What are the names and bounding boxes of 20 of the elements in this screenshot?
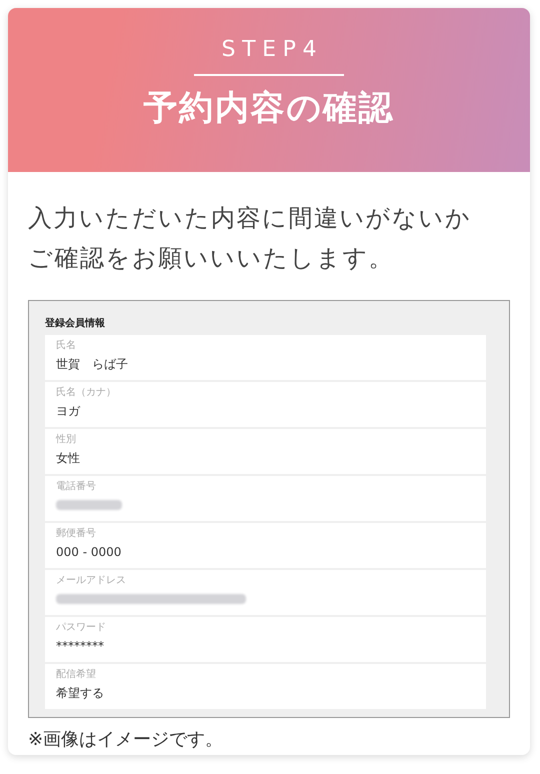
field-label: 性別 — [56, 433, 77, 446]
field-value: 世賀 らば子 — [56, 356, 129, 372]
field-label: 氏名 — [56, 339, 77, 352]
field-label: 配信希望 — [56, 668, 97, 681]
blurred-value — [56, 500, 122, 510]
field-label: パスワード — [56, 621, 107, 634]
step-label: STEP4 — [220, 36, 324, 64]
page-title: 予約内容の確認 — [144, 87, 394, 130]
field-label: 郵便番号 — [56, 527, 97, 540]
intro-text: 入力いただいた内容に間違いがないか ご確認をお願いいいたします。 — [27, 203, 472, 274]
field-label: 氏名（カナ） — [56, 386, 117, 399]
field-value: ヨガ — [56, 403, 82, 419]
field-value: 希望する — [56, 685, 105, 701]
image-note: ※画像はイメージです。 — [27, 728, 224, 752]
field-value: ******** — [56, 638, 105, 654]
field-label: 電話番号 — [56, 480, 97, 493]
field-value: 000 - 0000 — [56, 544, 122, 560]
section-title: 登録会員情報 — [45, 317, 106, 331]
field-label: メールアドレス — [56, 574, 127, 587]
field-value: 女性 — [56, 450, 81, 466]
